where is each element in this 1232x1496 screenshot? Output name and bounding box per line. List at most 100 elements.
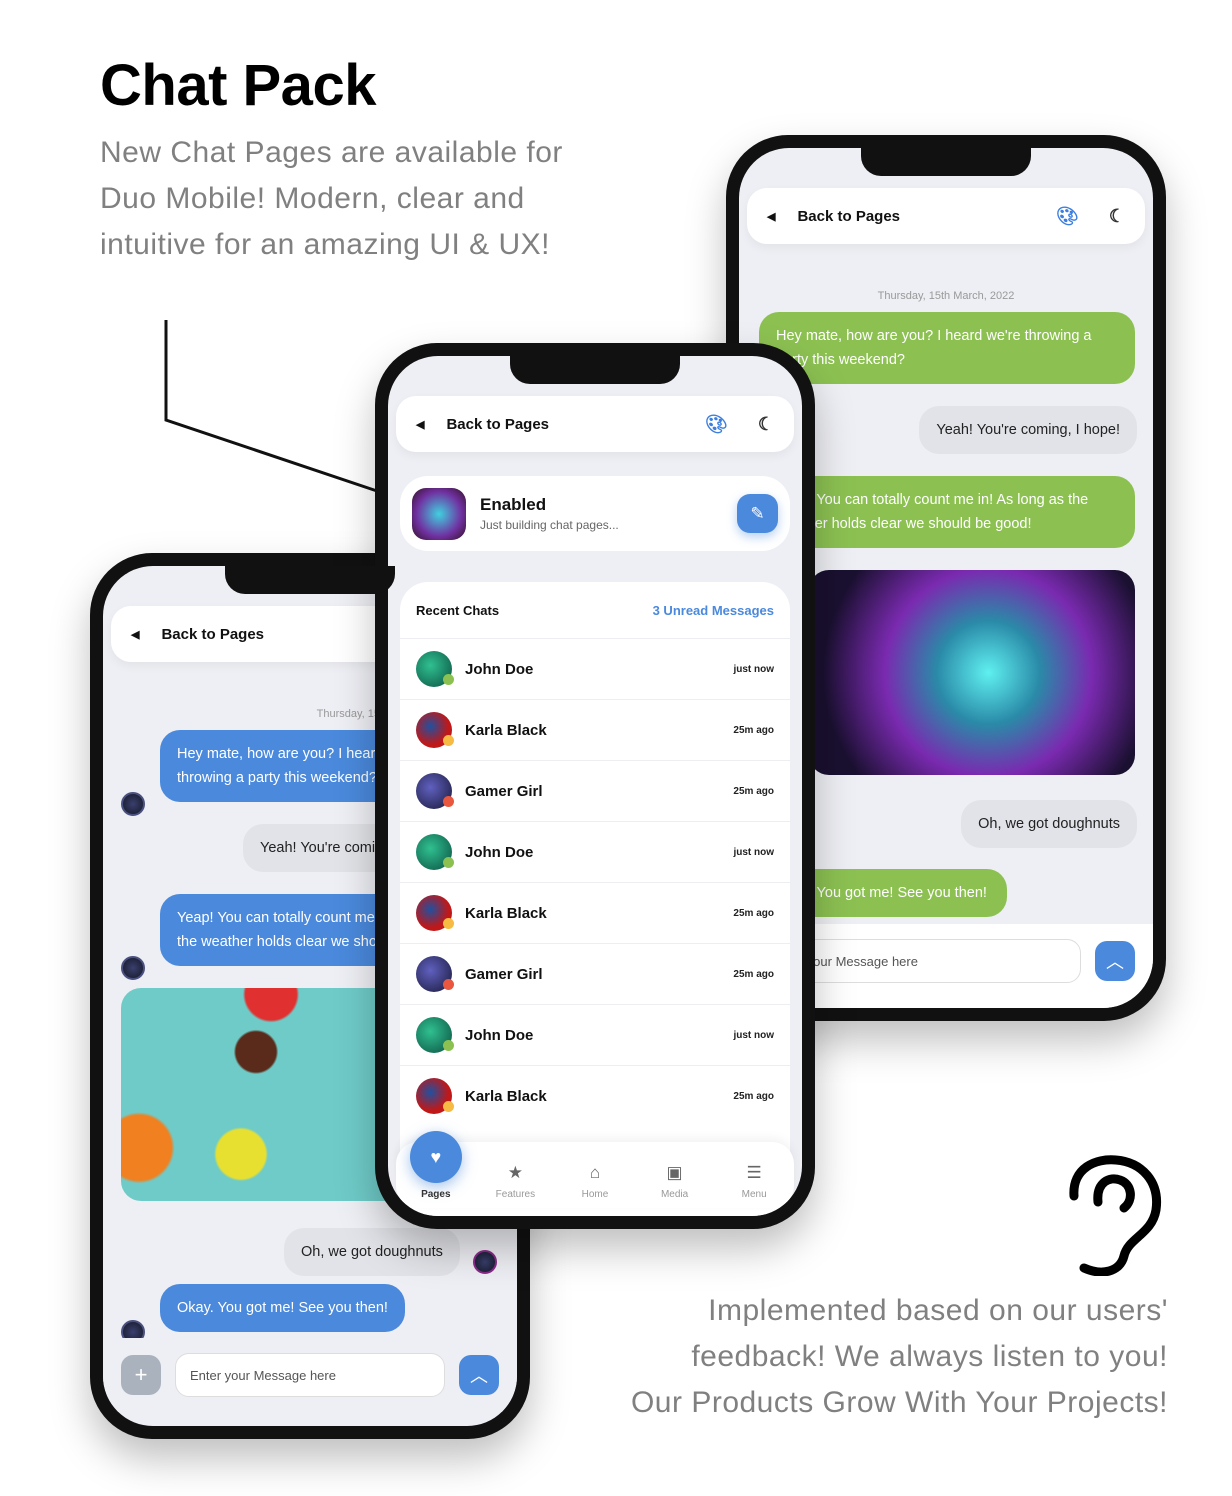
chat-time: 25m ago bbox=[733, 785, 774, 797]
nav-item-menu[interactable]: ☰ Menu bbox=[719, 1163, 789, 1200]
contact-name: Gamer Girl bbox=[465, 965, 543, 983]
nav-item-pages[interactable]: ♥ Pages bbox=[401, 1131, 471, 1200]
send-button[interactable]: ︿ bbox=[459, 1355, 499, 1395]
status-dot bbox=[443, 1101, 454, 1112]
contact-avatar bbox=[416, 773, 454, 809]
palette-icon[interactable]: 🎨︎ bbox=[1056, 206, 1079, 227]
contact-avatar bbox=[416, 834, 454, 870]
chat-list-item[interactable]: John Doe just now bbox=[400, 638, 790, 699]
contact-avatar bbox=[416, 712, 454, 748]
nav-label: Pages bbox=[421, 1189, 451, 1200]
chat-list-item[interactable]: Karla Black 25m ago bbox=[400, 882, 790, 943]
star-icon: ★ bbox=[507, 1163, 524, 1182]
message-received: Oh, we got doughnuts bbox=[961, 800, 1137, 848]
status-dot bbox=[443, 918, 454, 929]
chat-list-item[interactable]: Karla Black 25m ago bbox=[400, 1065, 790, 1126]
back-icon[interactable]: ◀ bbox=[416, 418, 424, 431]
promo-footer: Implemented based on our users' feedback… bbox=[568, 1288, 1168, 1426]
nav-label: Menu bbox=[741, 1189, 767, 1200]
message-received: Yeah! You're coming, I hope! bbox=[919, 406, 1137, 454]
footer-line: Our Products Grow With Your Projects! bbox=[630, 1386, 1168, 1419]
status-dot bbox=[443, 979, 454, 990]
footer-line: Implemented based on our users' bbox=[708, 1294, 1168, 1327]
profile-avatar bbox=[412, 487, 466, 540]
chat-time: 25m ago bbox=[733, 968, 774, 980]
back-to-pages-link[interactable]: Back to Pages bbox=[797, 208, 900, 225]
chat-list-item[interactable]: John Doe just now bbox=[400, 821, 790, 882]
ear-icon bbox=[1069, 1155, 1162, 1276]
contact-name: Karla Black bbox=[465, 1087, 547, 1105]
nav-label: Features bbox=[495, 1189, 536, 1200]
avatar bbox=[473, 1250, 497, 1274]
profile-card: Enabled Just building chat pages... ✎ bbox=[400, 476, 790, 551]
nav-item-media[interactable]: ▣ Media bbox=[640, 1163, 710, 1200]
home-icon: ⌂ bbox=[589, 1163, 601, 1182]
phone-notch bbox=[510, 356, 680, 384]
avatar bbox=[121, 792, 145, 816]
recent-chats-title: Recent Chats bbox=[416, 602, 500, 618]
contact-name: Karla Black bbox=[465, 904, 547, 922]
back-to-pages-link[interactable]: Back to Pages bbox=[446, 416, 549, 433]
back-to-pages-link[interactable]: Back to Pages bbox=[161, 626, 264, 643]
contact-name: John Doe bbox=[465, 843, 534, 861]
bottom-nav: ♥ Pages ★ Features ⌂ Home ▣ Media ☰ Menu bbox=[396, 1131, 794, 1208]
ice-photo[interactable] bbox=[809, 570, 1135, 775]
message-received: Oh, we got doughnuts bbox=[284, 1228, 460, 1276]
chat-list-item[interactable]: Karla Black 25m ago bbox=[400, 699, 790, 760]
message-input[interactable]: Enter your Message here bbox=[175, 1353, 445, 1397]
image-icon: ▣ bbox=[666, 1163, 683, 1182]
phone-notch bbox=[861, 148, 1031, 176]
contact-avatar bbox=[416, 895, 454, 931]
nav-label: Home bbox=[581, 1189, 609, 1200]
moon-icon[interactable]: ☾ bbox=[758, 414, 774, 435]
heart-icon: ♥ bbox=[409, 1131, 462, 1183]
recent-chats-card: Recent Chats 3 Unread Messages John Doe j… bbox=[400, 582, 790, 1216]
chat-time: just now bbox=[733, 663, 774, 675]
send-button[interactable]: ︿ bbox=[1095, 941, 1135, 981]
status-dot bbox=[443, 1040, 454, 1051]
edit-status-button[interactable]: ✎ bbox=[737, 494, 778, 533]
menu-icon: ☰ bbox=[746, 1163, 762, 1182]
contact-name: Karla Black bbox=[465, 721, 547, 739]
chat-list-item[interactable]: John Doe just now bbox=[400, 1004, 790, 1065]
contact-avatar bbox=[416, 1078, 454, 1114]
nav-item-home[interactable]: ⌂ Home bbox=[560, 1163, 630, 1200]
contact-avatar bbox=[416, 956, 454, 992]
chat-list-item[interactable]: Gamer Girl 25m ago bbox=[400, 943, 790, 1004]
profile-status: Enabled bbox=[480, 495, 547, 514]
status-dot bbox=[443, 796, 454, 807]
contact-name: John Doe bbox=[465, 660, 534, 678]
unread-messages-link[interactable]: 3 Unread Messages bbox=[653, 603, 774, 618]
chat-time: 25m ago bbox=[733, 724, 774, 736]
contact-name: Gamer Girl bbox=[465, 782, 543, 800]
chat-list-item[interactable]: Gamer Girl 25m ago bbox=[400, 760, 790, 821]
contact-avatar bbox=[416, 651, 454, 687]
chat-time: 25m ago bbox=[733, 1090, 774, 1102]
chat-date: Thursday, 15th March, 2022 bbox=[877, 290, 1015, 302]
back-icon[interactable]: ◀ bbox=[131, 628, 139, 641]
chat-time: 25m ago bbox=[733, 907, 774, 919]
nav-item-features[interactable]: ★ Features bbox=[480, 1163, 550, 1200]
message-sent: Yeap! You can totally count me in! As lo… bbox=[759, 476, 1135, 548]
add-attachment-button[interactable]: + bbox=[121, 1355, 161, 1395]
status-dot bbox=[443, 857, 454, 868]
nav-label: Media bbox=[660, 1189, 689, 1200]
app-header: ◀ Back to Pages 🎨︎ ☾ bbox=[396, 396, 794, 452]
message-sent: Hey mate, how are you? I heard we're thr… bbox=[759, 312, 1135, 384]
connector-line bbox=[164, 320, 381, 494]
phone-chat-list: ◀ Back to Pages 🎨︎ ☾ Enabled Just buildin… bbox=[375, 343, 815, 1229]
footer-line: feedback! We always listen to you! bbox=[691, 1340, 1168, 1373]
phone-notch bbox=[225, 566, 395, 594]
moon-icon[interactable]: ☾ bbox=[1109, 206, 1125, 227]
status-dot bbox=[443, 674, 454, 685]
profile-tagline: Just building chat pages... bbox=[480, 518, 619, 532]
palette-icon[interactable]: 🎨︎ bbox=[705, 414, 728, 435]
chat-time: just now bbox=[733, 846, 774, 858]
app-header: ◀ Back to Pages 🎨︎ ☾ bbox=[747, 188, 1145, 244]
message-sent: Okay. You got me! See you then! bbox=[160, 1284, 405, 1332]
back-icon[interactable]: ◀ bbox=[767, 210, 775, 223]
contact-avatar bbox=[416, 1017, 454, 1053]
avatar bbox=[121, 956, 145, 980]
message-composer: + Enter your Message here ︿ bbox=[103, 1338, 517, 1412]
contact-name: John Doe bbox=[465, 1026, 534, 1044]
